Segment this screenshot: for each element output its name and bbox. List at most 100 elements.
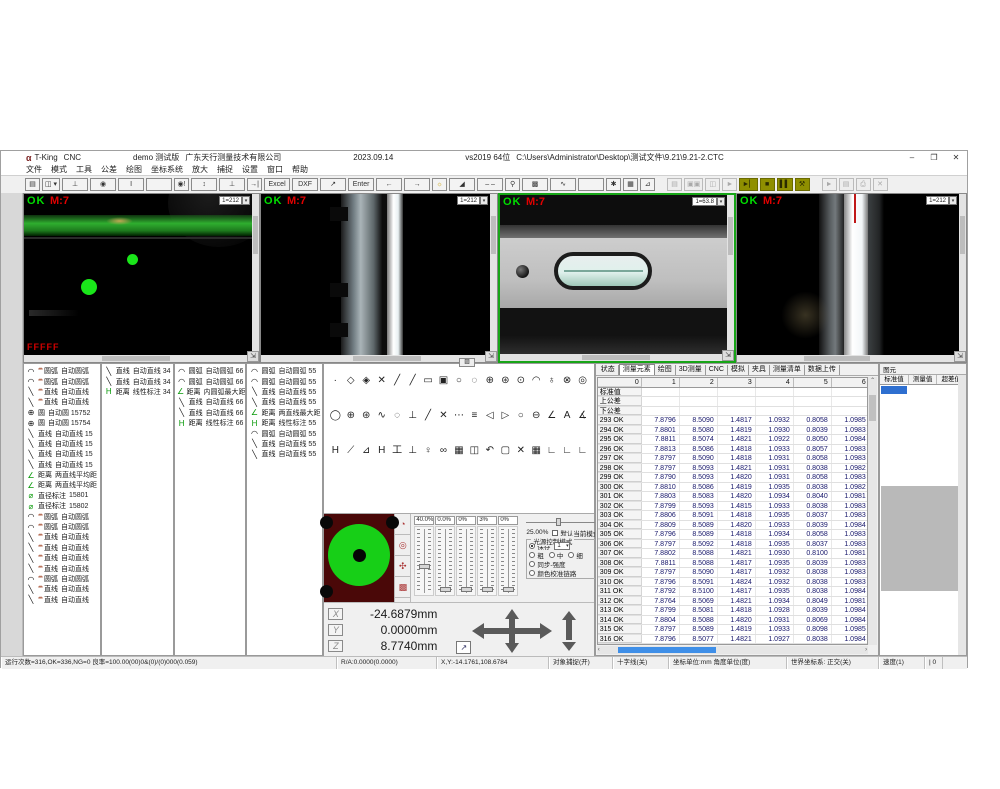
column-header[interactable]: 6 [832, 378, 868, 387]
zoom-slider[interactable] [526, 518, 597, 526]
list-item[interactable]: ╲直线自动直线 15 [24, 460, 100, 470]
table-row[interactable]: 294 OK7.88018.50801.48191.09300.80391.09… [598, 426, 867, 436]
camera-view-4[interactable]: OK M:7 1=212▾ ⇲ [736, 193, 967, 363]
shield-button[interactable]: ◉ [90, 178, 116, 191]
tool-icon[interactable]: ⊙ [514, 374, 528, 387]
camera-vscrollbar[interactable] [727, 195, 734, 354]
list-item[interactable]: ⌀直径标注15801 [24, 491, 100, 501]
tool-icon[interactable]: ≡ [467, 409, 481, 422]
tool-icon[interactable]: ◌ [390, 409, 404, 422]
save-radio[interactable] [529, 543, 535, 549]
table-row[interactable]: 305 OK7.87968.50891.48181.09340.80581.09… [598, 530, 867, 540]
menu-item-公差[interactable]: 公差 [101, 164, 117, 175]
tool-icon[interactable]: ⊗ [560, 374, 574, 387]
list-item[interactable]: ⊕圆自动圆 15754 [24, 418, 100, 428]
light-slider[interactable]: 3% [477, 516, 497, 600]
list-item[interactable]: H距离线性标注 55 [247, 418, 322, 428]
light-strip-button[interactable]: ▩ [395, 577, 410, 598]
slider-handle[interactable] [482, 587, 493, 592]
camera-view-3-selected[interactable]: OK M:7 1=63.8▾ ⇲ [498, 193, 736, 363]
tool-icon[interactable]: ✕ [375, 374, 389, 387]
selected-cell-highlight[interactable] [881, 386, 907, 394]
menu-item-帮助[interactable]: 帮助 [292, 164, 308, 175]
tool-icon[interactable]: ○ [452, 374, 466, 387]
table-row[interactable]: 297 OK7.87978.50901.48181.09310.80581.09… [598, 454, 867, 464]
save3-button[interactable]: ▤ [839, 178, 854, 191]
minus-button[interactable]: – – [477, 178, 503, 191]
open2-button[interactable]: ◫ [705, 178, 720, 191]
tool-icon[interactable]: ◫ [467, 444, 481, 457]
tool-icon[interactable]: ⊖ [529, 409, 543, 422]
shield2-button[interactable]: ◉! [174, 178, 189, 191]
resize-grip-icon[interactable]: ⇲ [247, 351, 259, 362]
play2-button[interactable]: ► [822, 178, 837, 191]
list-item[interactable]: ╲***直线自动直线 [24, 387, 100, 397]
tab-状态[interactable]: 状态 [598, 365, 619, 375]
tool-icon[interactable]: ↶ [483, 444, 497, 457]
table-row[interactable]: 315 OK7.87978.50891.48191.09330.80981.09… [598, 625, 867, 635]
tool-icon[interactable]: ⊥ [406, 444, 420, 457]
grid-button[interactable]: ▦ [623, 178, 638, 191]
table-row[interactable]: 309 OK7.87978.50901.48171.09320.80381.09… [598, 568, 867, 578]
tab-夹具[interactable]: 夹具 [749, 365, 770, 375]
table-row[interactable]: 295 OK7.88118.50741.48211.09220.80501.09… [598, 435, 867, 445]
image-button[interactable]: ◢ [449, 178, 475, 191]
probe-button[interactable]: ⊥ [62, 178, 88, 191]
tool-icon[interactable]: ⊕ [483, 374, 497, 387]
list-item[interactable]: ◠***圆弧自动圆弧 [24, 511, 100, 521]
table-row[interactable]: 298 OK7.87978.50931.48211.09310.80381.09… [598, 464, 867, 474]
chevron-down-icon[interactable]: ▾ [949, 196, 957, 205]
tool-icon[interactable]: ⊛ [498, 374, 512, 387]
column-header[interactable]: 4 [756, 378, 794, 387]
light-strip-button[interactable]: ◎ [395, 535, 410, 556]
list-item[interactable]: ╲直线自动直线 55 [247, 387, 322, 397]
list-item[interactable]: ∠距离两直线平均距 [24, 470, 100, 480]
star-button[interactable]: ✱ [606, 178, 621, 191]
tool-icon[interactable]: ╱ [390, 374, 404, 387]
table-row[interactable]: 300 OK7.88108.50861.48191.09350.80381.09… [598, 483, 867, 493]
tool-icon[interactable]: ▦ [529, 444, 543, 457]
slider-track[interactable] [456, 526, 476, 596]
tool-icon[interactable]: H [375, 444, 389, 457]
stop-button[interactable]: ■ [760, 178, 775, 191]
list-item[interactable]: ╲直线自动直线 55 [247, 397, 322, 407]
tool-icon[interactable]: H [328, 444, 342, 457]
table-row[interactable]: 308 OK7.88118.50881.48171.09350.80391.09… [598, 559, 867, 569]
slider-handle[interactable] [503, 587, 514, 592]
list-item[interactable]: H距离线性标注 66 [175, 418, 246, 428]
list-item[interactable]: ◠***圆弧自动圆弧 [24, 574, 100, 584]
tab-测量元素[interactable]: 测量元素 [619, 364, 655, 375]
play-button[interactable]: ► [722, 178, 737, 191]
tool-icon[interactable]: ◌ [467, 374, 481, 387]
tool-icon[interactable]: · [328, 374, 342, 387]
camera-hscrollbar[interactable] [737, 355, 959, 362]
slider-track[interactable] [435, 526, 455, 596]
tool-icon[interactable]: ▦ [452, 444, 466, 457]
tool-icon[interactable]: ▣ [437, 374, 451, 387]
tool-icon[interactable]: ◇ [344, 374, 358, 387]
color-radio[interactable] [529, 570, 535, 576]
chart-button[interactable]: ⊿ [640, 178, 655, 191]
camera-vscrollbar[interactable] [252, 194, 259, 355]
list-item[interactable]: ∠距离内圆弧最大距 [175, 387, 246, 397]
list-item[interactable]: ╲直线自动直线 55 [247, 449, 322, 459]
list-item[interactable]: ╲直线自动直线 66 [175, 408, 246, 418]
tool-icon[interactable]: ∠ [545, 409, 559, 422]
column-header[interactable]: 1 [642, 378, 680, 387]
dxf-button[interactable]: DXF [292, 178, 318, 191]
save-index-dropdown[interactable]: 1 [554, 542, 569, 550]
pause-button[interactable]: ▌▌ [777, 178, 793, 191]
list-item[interactable]: ╲直线自动直线 15 [24, 449, 100, 459]
column-header[interactable]: 2 [680, 378, 718, 387]
element-tab[interactable]: 图元 [880, 364, 966, 375]
tool-icon[interactable]: ◈ [359, 374, 373, 387]
tool-icon[interactable]: ◠ [529, 374, 543, 387]
ibeam-button[interactable]: I [118, 178, 144, 191]
tool-icon[interactable]: ◎ [576, 374, 590, 387]
camera-vscrollbar[interactable] [490, 194, 497, 355]
list-item[interactable]: ╲***直线自动直线 [24, 532, 100, 542]
tool-icon[interactable]: 工 [390, 444, 404, 457]
tool-icon[interactable]: ◁ [483, 409, 497, 422]
table-vscrollbar[interactable]: ⌃ [868, 377, 877, 645]
list-item[interactable]: ╲***直线自动直线 [24, 563, 100, 573]
